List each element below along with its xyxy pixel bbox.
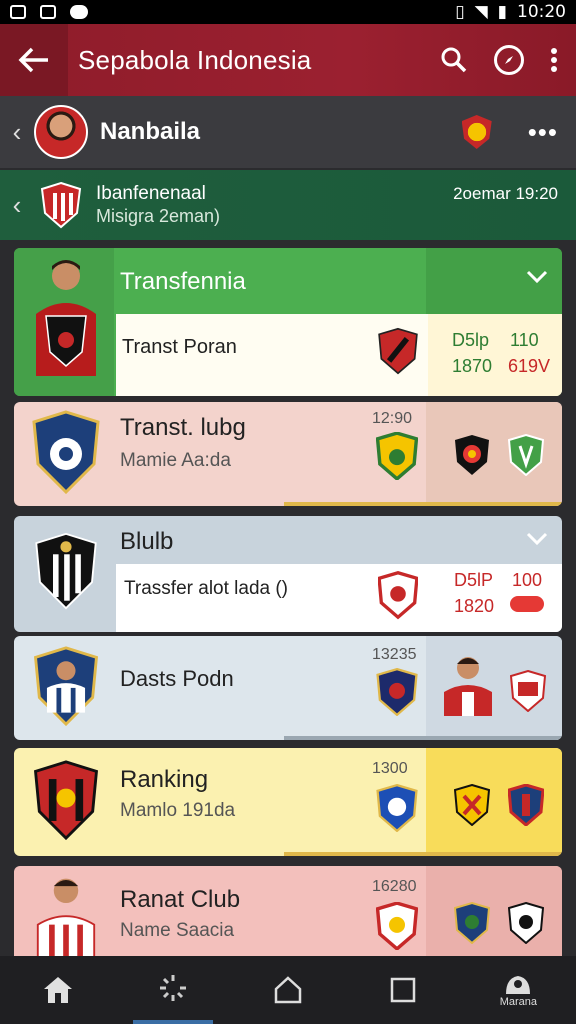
club-crest-icon	[454, 902, 490, 944]
home-icon	[43, 977, 72, 1003]
toggle-switch[interactable]	[510, 596, 544, 612]
card-subtitle: Mamlo 191da	[120, 800, 236, 821]
stat-year: 1870	[452, 356, 493, 376]
card-club[interactable]: Ranat Club Name Saacia 16280	[14, 866, 562, 966]
stat-label: D5lp	[452, 330, 490, 350]
status-bar: ▯ ◥ ▮ 10:20	[0, 0, 576, 24]
card-title: Ranking	[120, 766, 209, 793]
bottom-navigation: Marana	[0, 956, 576, 1024]
messenger-icon	[70, 5, 88, 19]
profile-name: Nanbaila	[100, 118, 201, 145]
club-crest-icon	[510, 670, 546, 712]
nav-profile[interactable]: Marana	[478, 956, 558, 1024]
vibrate-icon: ▯	[455, 2, 465, 22]
club-crest-icon	[376, 432, 418, 480]
card-number: 16280	[372, 878, 417, 895]
card-subtitle: Mamie Aa:da	[120, 450, 231, 471]
back-button[interactable]	[0, 24, 68, 96]
compass-icon[interactable]	[494, 45, 524, 75]
sd-card-icon	[40, 5, 56, 19]
card-transfer-detail[interactable]: Blulb Trassfer alot lada () D5lP 100 182…	[14, 516, 562, 632]
card-number: 13235	[372, 646, 417, 663]
card-transfer[interactable]: Transfennia Transt Poran D5lp 110 1870 6…	[14, 248, 562, 396]
chevron-down-icon[interactable]	[526, 532, 548, 546]
transfer-text: Transt Poran	[122, 336, 237, 358]
more-horiz-icon[interactable]: •••	[528, 117, 558, 148]
profile-row[interactable]: ‹ Nanbaila •••	[0, 96, 576, 168]
club-crest-icon	[508, 902, 544, 944]
avatar	[34, 105, 88, 159]
card-player[interactable]: Dasts Podn 13235	[14, 636, 562, 740]
transfer-banner[interactable]: ‹ Ibanfenenaal Misigra 2eman) 2oemar 19:…	[0, 170, 576, 240]
stat-change: 619V	[508, 356, 551, 376]
club-badge-icon	[461, 115, 492, 149]
loading-icon	[159, 975, 186, 1001]
app-notification-icon	[10, 5, 26, 19]
stat-value: 100	[512, 570, 543, 590]
wifi-icon: ◥	[474, 2, 488, 22]
search-icon[interactable]	[440, 46, 468, 74]
stat-value: 110	[510, 330, 539, 350]
club-crest-icon	[378, 571, 418, 620]
club-crest-icon	[508, 434, 544, 476]
card-number: 1300	[372, 760, 408, 777]
transfer-detail: Trassfer alot lada () D5lP 100 1820	[116, 564, 562, 632]
card-number: 12:90	[372, 410, 413, 427]
club-crest-icon	[376, 668, 418, 716]
chevron-down-icon[interactable]	[526, 270, 548, 284]
club-crest-icon	[33, 646, 99, 726]
app-bar: Sepabola Indonesia	[0, 24, 576, 96]
battery-icon: ▮	[497, 2, 507, 22]
card-title: Transfennia	[120, 268, 246, 295]
chevron-left-icon[interactable]: ‹	[0, 117, 34, 148]
club-crest-icon	[378, 327, 418, 375]
transfer-text: Trassfer alot lada ()	[124, 578, 289, 599]
profile-icon	[506, 976, 531, 994]
player-photo-icon	[36, 260, 96, 376]
nav-home[interactable]	[18, 956, 98, 1024]
chevron-left-icon[interactable]: ‹	[0, 190, 34, 221]
app-title: Sepabola Indonesia	[78, 44, 312, 75]
card-club[interactable]: Transt. lubg Mamie Aa:da 12:90	[14, 402, 562, 506]
card-title: Transt. lubg	[120, 414, 246, 441]
card-title: Dasts Podn	[120, 666, 234, 691]
nav-home-outline[interactable]	[248, 956, 328, 1024]
player-photo-icon	[36, 878, 96, 966]
transfer-detail: Transt Poran D5lp 110 1870 619V	[116, 314, 562, 396]
club-crest-icon	[40, 181, 82, 229]
card-title: Blulb	[120, 528, 174, 555]
arrow-left-icon	[18, 47, 48, 73]
club-crest-icon	[32, 410, 100, 494]
stat-year: 1820	[454, 596, 495, 616]
banner-title: Ibanfenenaal	[96, 183, 206, 204]
card-ranking[interactable]: Ranking Mamlo 191da 1300	[14, 748, 562, 856]
more-vert-icon[interactable]	[550, 47, 558, 73]
home-outline-icon	[274, 976, 302, 1004]
square-icon	[390, 977, 416, 1003]
club-crest-icon	[35, 532, 97, 610]
player-photo-icon	[444, 657, 492, 716]
banner-subtitle: Misigra 2eman)	[96, 206, 221, 226]
banner-date: 2oemar 19:20	[453, 184, 558, 203]
nav-activity[interactable]	[132, 956, 213, 1024]
club-crest-icon	[454, 784, 490, 826]
nav-recents[interactable]	[363, 956, 443, 1024]
clock: 10:20	[517, 2, 566, 22]
club-crest-icon	[455, 435, 489, 475]
nav-profile-label: Marana	[499, 996, 537, 1008]
stat-label: D5lP	[454, 570, 494, 590]
card-title: Ranat Club	[120, 886, 241, 913]
card-subtitle: Name Saacia	[120, 920, 235, 941]
club-crest-icon	[376, 784, 418, 832]
club-crest-icon	[33, 760, 99, 840]
club-crest-icon	[508, 784, 544, 826]
club-crest-icon	[376, 902, 418, 950]
